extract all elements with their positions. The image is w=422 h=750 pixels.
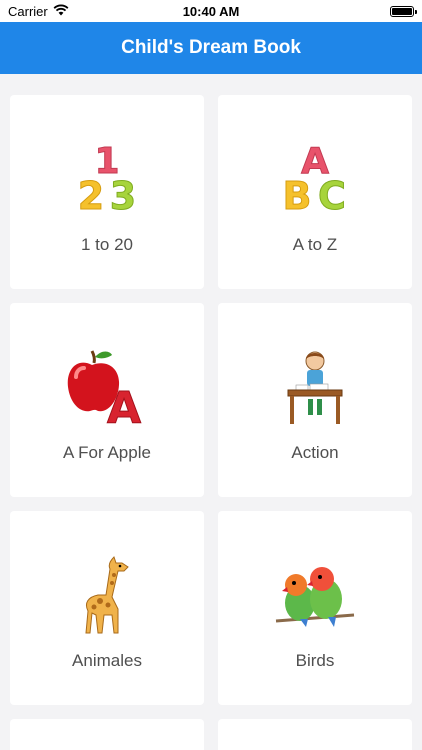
carrier-label: Carrier	[8, 3, 48, 19]
status-bar: Carrier 10:40 AM	[0, 0, 422, 22]
status-time: 10:40 AM	[182, 3, 240, 19]
page-title: Child's Dream Book	[121, 37, 301, 58]
letters-abc-icon: A B C	[255, 129, 375, 229]
apple-letter-a-icon: A	[47, 337, 167, 437]
wifi-icon	[53, 4, 69, 19]
svg-text:2: 2	[78, 174, 104, 218]
category-card-1-to-20[interactable]: 1 2 3 1 to 20	[10, 95, 204, 289]
battery-icon	[389, 5, 417, 17]
category-card-action[interactable]: Action	[218, 303, 412, 497]
category-card-partial[interactable]	[10, 719, 204, 750]
status-right	[294, 5, 417, 17]
category-card-birds[interactable]: Birds	[218, 511, 412, 705]
category-card-a-to-z[interactable]: A B C A to Z	[218, 95, 412, 289]
giraffe-icon	[47, 545, 167, 645]
card-label: A For Apple	[63, 443, 151, 462]
status-left: Carrier	[8, 4, 128, 19]
category-grid: 1 2 3 1 to 20 A B C A to Z A A For Apple…	[10, 95, 412, 750]
card-label: Birds	[295, 651, 335, 670]
nav-bar: Child's Dream Book	[0, 22, 422, 74]
category-card-partial[interactable]	[218, 719, 412, 750]
card-label: A to Z	[292, 235, 338, 254]
svg-text:B: B	[283, 174, 312, 218]
numbers-123-icon: 1 2 3	[47, 129, 167, 229]
svg-text:C: C	[318, 174, 346, 218]
card-label: 1 to 20	[81, 235, 133, 254]
card-label: Action	[291, 443, 339, 462]
category-card-animales[interactable]: Animales	[10, 511, 204, 705]
card-label: Animales	[72, 651, 142, 670]
lovebirds-icon	[255, 545, 375, 645]
svg-text:3: 3	[110, 174, 136, 218]
boy-at-desk-icon	[255, 337, 375, 437]
category-card-a-for-apple[interactable]: A A For Apple	[10, 303, 204, 497]
svg-text:A: A	[107, 383, 141, 427]
